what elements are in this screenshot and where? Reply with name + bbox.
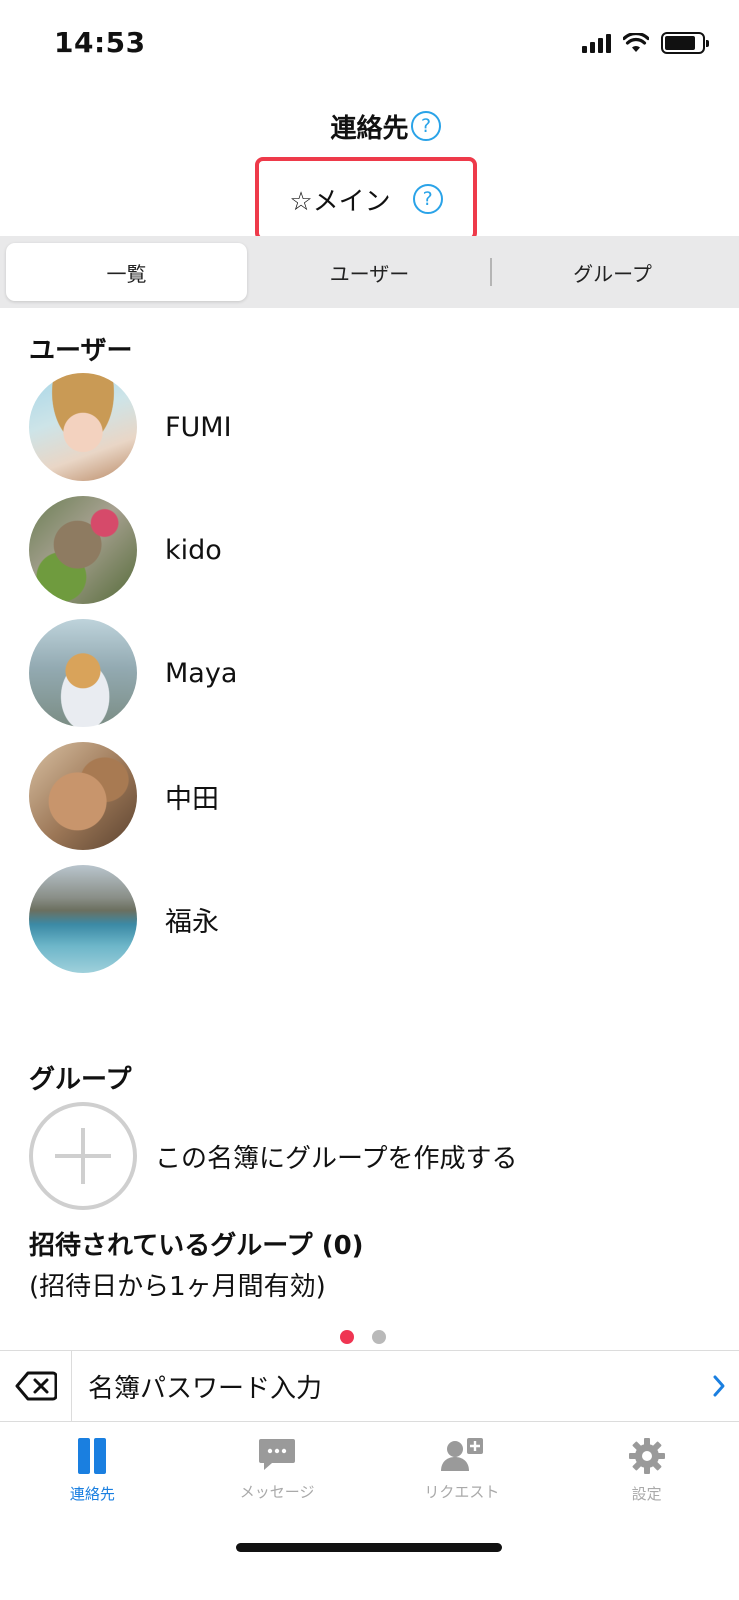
help-icon[interactable]: ? [411,111,441,141]
user-row[interactable]: Maya [29,619,709,727]
tab-label[interactable]: 連絡先 [70,1483,115,1504]
status-icons [582,32,709,54]
clear-button[interactable] [0,1350,72,1422]
password-entry-label[interactable]: 名簿パスワード入力 [88,1368,699,1405]
contacts-icon[interactable] [77,1437,107,1475]
address-book-selector[interactable]: ☆メイン ? [255,157,477,241]
user-row[interactable]: 中田 [29,742,709,850]
address-book-name[interactable]: ☆メイン [289,181,390,218]
user-row[interactable]: kido [29,496,709,604]
tab-contacts[interactable]: 連絡先 [0,1423,185,1521]
delete-left-icon[interactable] [15,1371,57,1401]
page-title: 連絡先 [330,113,409,144]
tab-settings[interactable]: 設定 [554,1423,739,1521]
home-indicator [236,1543,502,1552]
segmented-control: 一覧 ユーザー グループ [0,236,739,308]
user-row[interactable]: 福永 [29,865,709,973]
segment-groups[interactable]: グループ [492,243,733,301]
user-name: 中田 [165,783,219,815]
header: 連絡先 ? [0,102,739,150]
users-heading: ユーザー [29,336,133,366]
avatar [29,742,137,850]
tab-requests[interactable]: リクエスト [370,1423,555,1521]
chevron-right-icon[interactable] [699,1374,739,1398]
tab-label[interactable]: リクエスト [424,1481,499,1502]
user-name: FUMI [165,411,232,443]
groups-heading: グループ [29,1065,132,1095]
gear-icon[interactable] [628,1437,666,1475]
avatar [29,619,137,727]
cellular-signal-icon [582,33,611,53]
wifi-icon [623,33,649,52]
message-icon[interactable] [258,1437,296,1473]
status-bar: 14:53 [0,0,739,90]
battery-icon [661,32,709,54]
request-icon[interactable] [440,1437,484,1473]
tab-label[interactable]: メッセージ [240,1481,315,1502]
user-row[interactable]: FUMI [29,373,709,481]
avatar [29,496,137,604]
user-name: Maya [165,657,238,689]
password-entry-bar[interactable]: 名簿パスワード入力 [0,1350,739,1422]
avatar [29,865,137,973]
user-name: kido [165,534,222,566]
invited-groups-title: 招待されているグループ (0) [29,1231,364,1261]
status-time: 14:53 [54,26,146,59]
user-name: 福永 [165,906,219,938]
help-icon[interactable]: ? [412,184,443,214]
tab-bar: 連絡先 メッセージ リクエスト 設定 [0,1423,739,1521]
segment-list[interactable]: 一覧 [6,243,247,301]
tab-label[interactable]: 設定 [632,1483,662,1504]
create-group-button[interactable]: この名簿にグループを作成する [29,1102,517,1210]
page-dot [372,1330,386,1344]
avatar [29,373,137,481]
invited-groups-note: (招待日から1ヶ月間有効) [29,1272,326,1302]
page-dot-active [340,1330,354,1344]
page-indicator [340,1330,386,1344]
segment-users[interactable]: ユーザー [249,243,490,301]
add-group-icon[interactable] [29,1102,137,1210]
tab-messages[interactable]: メッセージ [185,1423,370,1521]
create-group-label[interactable]: この名簿にグループを作成する [155,1138,517,1175]
